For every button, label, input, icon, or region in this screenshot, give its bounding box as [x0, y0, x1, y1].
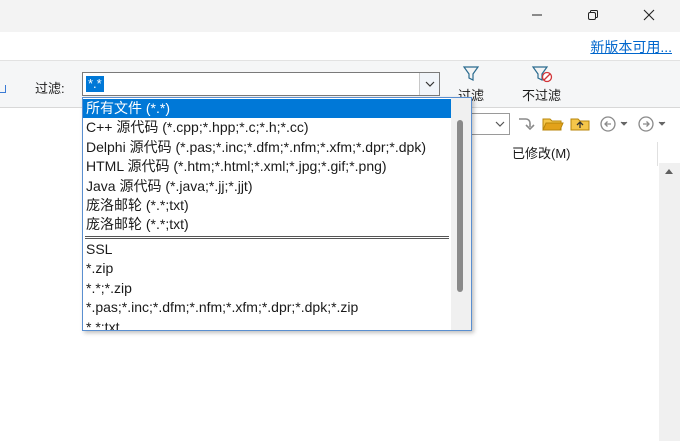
title-bar	[0, 0, 680, 32]
filter-input[interactable]: *.*	[86, 76, 104, 92]
history-option[interactable]: *.zip	[83, 259, 451, 278]
history-option[interactable]: *.*;*.zip	[83, 279, 451, 298]
filter-option[interactable]: Java 源代码 (*.java;*.jj;*.jjt)	[83, 177, 451, 196]
filter-option[interactable]: 庞洛邮轮 (*.*;txt)	[83, 215, 451, 234]
list-separator	[85, 236, 449, 239]
no-filter-button[interactable]: 不过滤	[522, 65, 561, 104]
forward-icon[interactable]	[638, 115, 668, 133]
update-bar: 新版本可用...	[0, 32, 680, 60]
funnel-icon	[462, 66, 480, 81]
dropdown-scrollbar[interactable]	[451, 98, 471, 330]
restore-icon	[588, 10, 598, 20]
file-list-scrollbar[interactable]	[659, 163, 680, 441]
minimize-button[interactable]	[514, 0, 560, 30]
chevron-down-icon	[425, 81, 434, 87]
funnel-cancel-icon	[531, 66, 552, 83]
restore-button[interactable]	[570, 0, 616, 30]
filter-dropdown-list: 所有文件 (*.*) C++ 源代码 (*.cpp;*.hpp;*.c;*.h;…	[82, 97, 472, 331]
back-icon[interactable]	[600, 115, 630, 133]
toolbar-edge-mark	[0, 85, 6, 93]
dropdown-scroll-thumb[interactable]	[457, 120, 463, 292]
filter-label: 过滤:	[35, 81, 65, 96]
no-filter-button-label: 不过滤	[522, 88, 562, 103]
go-icon[interactable]	[516, 115, 536, 133]
filter-options: 所有文件 (*.*) C++ 源代码 (*.cpp;*.hpp;*.c;*.h;…	[83, 98, 451, 330]
history-option[interactable]: *.*;txt	[83, 318, 451, 330]
open-folder-icon[interactable]	[542, 115, 564, 133]
filter-option[interactable]: 所有文件 (*.*)	[83, 99, 451, 119]
filter-option[interactable]: 庞洛邮轮 (*.*;txt)	[83, 196, 451, 215]
scroll-up-icon[interactable]	[664, 167, 674, 175]
filter-option[interactable]: Delphi 源代码 (*.pas;*.inc;*.dfm;*.nfm;*.xf…	[83, 138, 451, 157]
filter-combobox[interactable]: *.*	[82, 72, 440, 96]
history-option[interactable]: *.pas;*.inc;*.dfm;*.nfm;*.xfm;*.dpr;*.dp…	[83, 298, 451, 317]
filter-option[interactable]: C++ 源代码 (*.cpp;*.hpp;*.c;*.h;*.cc)	[83, 118, 451, 137]
new-version-link[interactable]: 新版本可用...	[590, 37, 672, 57]
filter-option[interactable]: HTML 源代码 (*.htm;*.html;*.xml;*.jpg;*.gif…	[83, 157, 451, 176]
chevron-down-icon	[495, 121, 505, 127]
close-icon	[643, 9, 655, 21]
close-button[interactable]	[626, 0, 672, 30]
history-option[interactable]: SSL	[83, 240, 451, 259]
path-combobox[interactable]	[468, 113, 510, 135]
filter-dropdown-button[interactable]	[419, 73, 439, 95]
column-header-modified[interactable]: 已修改(M)	[504, 142, 658, 166]
minimize-icon	[532, 14, 542, 16]
parent-folder-icon[interactable]	[570, 115, 592, 133]
